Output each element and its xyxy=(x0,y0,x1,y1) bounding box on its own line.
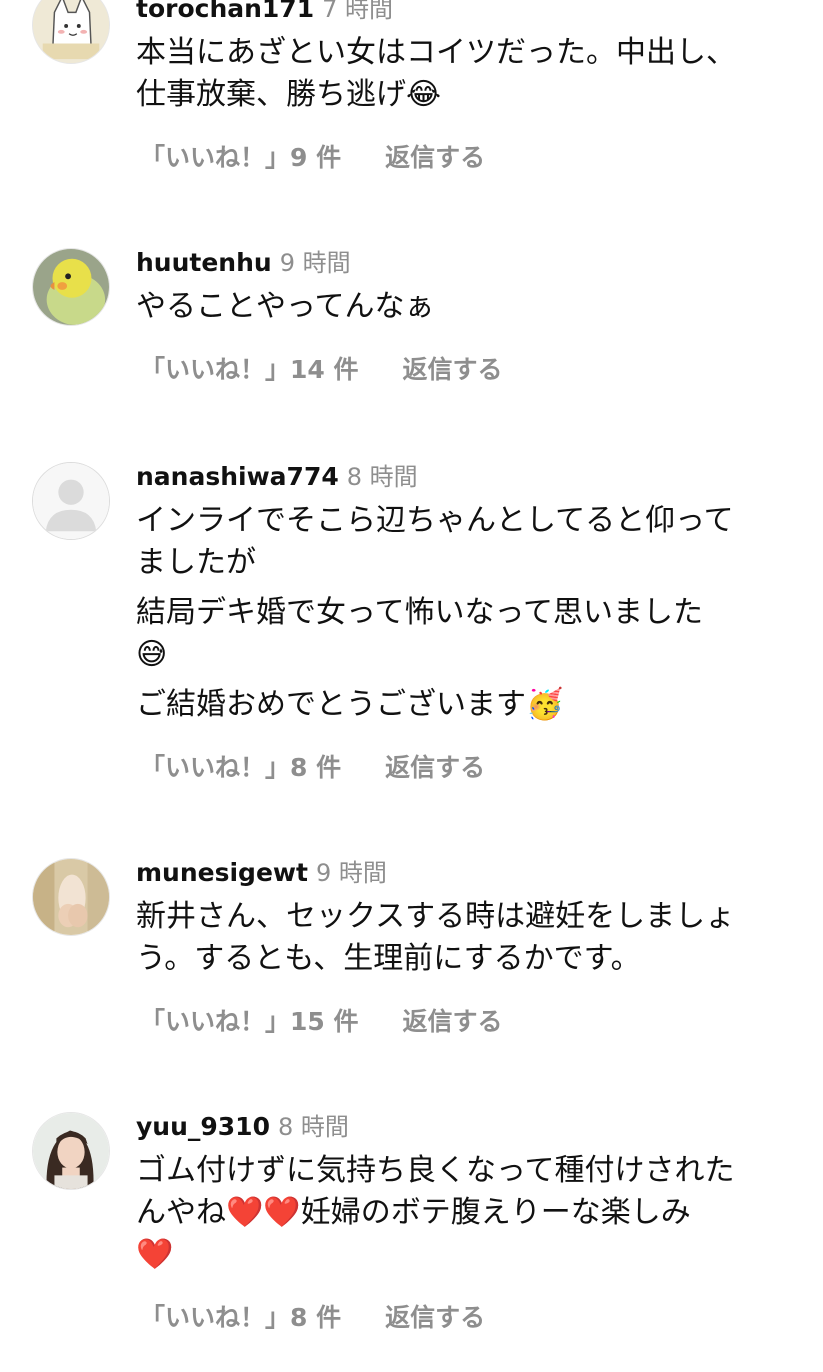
like-count[interactable]: 「いいね！」14 件 xyxy=(140,350,359,386)
comment-line: う。するとも、生理前にするかです。 xyxy=(136,941,641,976)
like-count[interactable]: 「いいね！」8 件 xyxy=(140,748,341,784)
comment-line: 本当にあざとい女はコイツだった。中出し、 xyxy=(136,35,736,70)
figure-icon xyxy=(33,859,109,935)
comment-header: nanashiwa774 8 時間 xyxy=(136,460,806,494)
comment-time: 8 時間 xyxy=(277,1113,349,1141)
username[interactable]: yuu_9310 xyxy=(136,1112,270,1141)
woman-photo-icon xyxy=(33,1113,109,1189)
comment-time: 9 時間 xyxy=(279,249,351,277)
comment-actions: 「いいね！」14 件 返信する xyxy=(140,350,806,386)
comment-text: やることやってんなぁ xyxy=(136,286,806,328)
comment-line: 仕事放棄、勝ち逃げ😂 xyxy=(136,77,442,112)
username[interactable]: nanashiwa774 xyxy=(136,462,339,491)
comment-header: munesigewt 9 時間 xyxy=(136,856,806,890)
avatar[interactable] xyxy=(32,248,110,326)
comment-content: yuu_9310 8 時間 ゴム付けずに気持ち良くなって種付けされた んやね❤️❤… xyxy=(136,1110,806,1334)
comment-line: 😅 xyxy=(136,637,168,672)
comment-content: munesigewt 9 時間 新井さん、セックスする時は避妊をしましょ う。する… xyxy=(136,856,806,1038)
avatar[interactable] xyxy=(32,858,110,936)
comment-actions: 「いいね！」15 件 返信する xyxy=(140,1002,806,1038)
comment-text: 本当にあざとい女はコイツだった。中出し、 仕事放棄、勝ち逃げ😂 xyxy=(136,32,806,116)
comment-header: yuu_9310 8 時間 xyxy=(136,1110,806,1144)
comment-line: んやね❤️❤️妊婦のボテ腹えりーな楽しみ xyxy=(136,1195,691,1230)
like-count[interactable]: 「いいね！」9 件 xyxy=(140,138,341,174)
comment-time: 7 時間 xyxy=(322,0,394,23)
comment-line: 新井さん、セックスする時は避妊をしましょ xyxy=(136,899,736,934)
default-user-icon xyxy=(33,463,109,539)
comment-line: ましたが xyxy=(136,545,256,580)
avatar[interactable] xyxy=(32,1112,110,1190)
like-count[interactable]: 「いいね！」15 件 xyxy=(140,1002,359,1038)
comment-header: huutenhu 9 時間 xyxy=(136,246,806,280)
comment-line: ご結婚おめでとうございます🥳 xyxy=(136,687,564,722)
username[interactable]: torochan171 xyxy=(136,0,314,23)
username[interactable]: huutenhu xyxy=(136,248,272,277)
comment-actions: 「いいね！」9 件 返信する xyxy=(140,138,806,174)
comment-line: インライでそこら辺ちゃんとしてると仰って xyxy=(136,503,734,538)
like-count[interactable]: 「いいね！」8 件 xyxy=(140,1298,341,1334)
cat-drawing-icon xyxy=(33,0,109,63)
username[interactable]: munesigewt xyxy=(136,858,308,887)
comment-time: 9 時間 xyxy=(315,859,387,887)
comment-text: 新井さん、セックスする時は避妊をしましょ う。するとも、生理前にするかです。 xyxy=(136,896,806,980)
comment-line: 結局デキ婚で女って怖いなって思いました xyxy=(136,595,703,630)
comment-text: ゴム付けずに気持ち良くなって種付けされた んやね❤️❤️妊婦のボテ腹えりーな楽し… xyxy=(136,1150,806,1276)
reply-button[interactable]: 返信する xyxy=(385,138,485,174)
reply-button[interactable]: 返信する xyxy=(385,1298,485,1334)
avatar[interactable] xyxy=(32,0,110,64)
comment-line: ゴム付けずに気持ち良くなって種付けされた xyxy=(136,1153,735,1188)
comment-text: インライでそこら辺ちゃんとしてると仰って ましたが 結局デキ婚で女って怖いなって… xyxy=(136,500,806,726)
bird-icon xyxy=(33,249,109,325)
comment-time: 8 時間 xyxy=(346,463,418,491)
comment-content: nanashiwa774 8 時間 インライでそこら辺ちゃんとしてると仰って まし… xyxy=(136,460,806,784)
comment-line: やることやってんなぁ xyxy=(136,289,435,324)
comment-content: huutenhu 9 時間 やることやってんなぁ 「いいね！」14 件 返信する xyxy=(136,246,806,386)
reply-button[interactable]: 返信する xyxy=(403,1002,503,1038)
comment-actions: 「いいね！」8 件 返信する xyxy=(140,1298,806,1334)
reply-button[interactable]: 返信する xyxy=(403,350,503,386)
reply-button[interactable]: 返信する xyxy=(385,748,485,784)
comment-header: torochan171 7 時間 xyxy=(136,0,806,26)
comment-content: torochan171 7 時間 本当にあざとい女はコイツだった。中出し、 仕事放… xyxy=(136,0,806,174)
avatar[interactable] xyxy=(32,462,110,540)
comment-actions: 「いいね！」8 件 返信する xyxy=(140,748,806,784)
comment-line: ❤️ xyxy=(136,1237,174,1272)
